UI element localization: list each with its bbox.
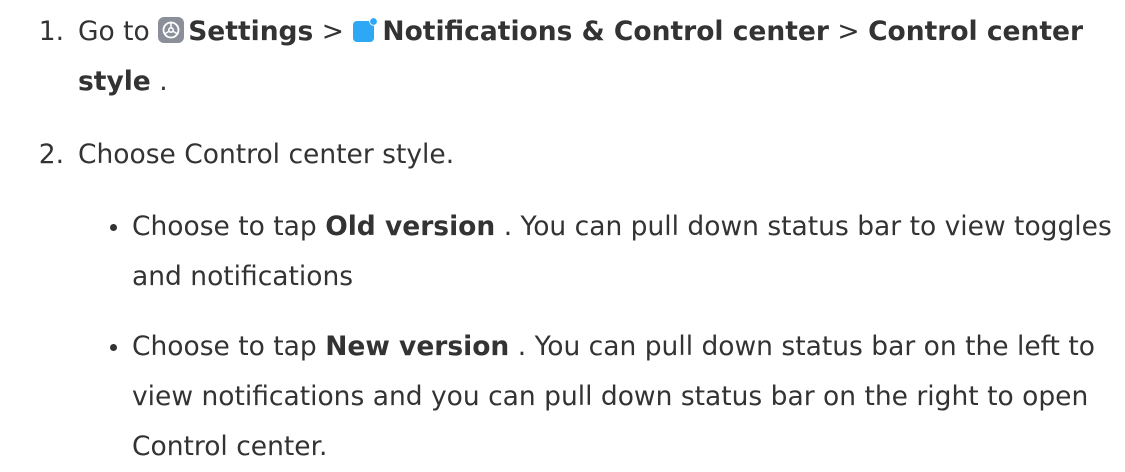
notifications-control-center-link: Notifications & Control center — [382, 16, 829, 47]
end-punctuation: . — [159, 66, 168, 97]
step-1: 1. Go to Settings > Notifications & Cont… — [0, 7, 1125, 107]
bullet-dot — [110, 224, 117, 231]
breadcrumb-separator: > — [837, 16, 860, 47]
step-2: 2. Choose Control center style. — [0, 130, 1125, 180]
settings-link: Settings — [188, 16, 314, 47]
new-version-option: New version — [325, 331, 510, 362]
bullet-dot — [110, 344, 117, 351]
go-to-text: Go to — [78, 16, 150, 47]
bullet-text: Choose to tap Old version . You can pull… — [132, 202, 1122, 302]
step-number: 1. — [38, 16, 64, 47]
step-number: 2. — [38, 139, 64, 170]
step-1-text: Go to Settings > Notifications & Control… — [78, 7, 1088, 107]
bullet-prefix: Choose to tap — [132, 331, 317, 362]
breadcrumb-separator: > — [321, 16, 344, 47]
settings-gear-icon — [158, 17, 185, 43]
instructions-page: 1. Go to Settings > Notifications & Cont… — [0, 0, 1125, 462]
bullet-new-version: Choose to tap New version . You can pull… — [110, 322, 1110, 462]
bullet-prefix: Choose to tap — [132, 211, 317, 242]
old-version-option: Old version — [325, 211, 496, 242]
bullet-old-version: Choose to tap Old version . You can pull… — [110, 202, 1112, 302]
step-2-text: Choose Control center style. — [78, 139, 455, 170]
notifications-icon — [352, 10, 379, 42]
bullet-text: Choose to tap New version . You can pull… — [132, 322, 1122, 472]
